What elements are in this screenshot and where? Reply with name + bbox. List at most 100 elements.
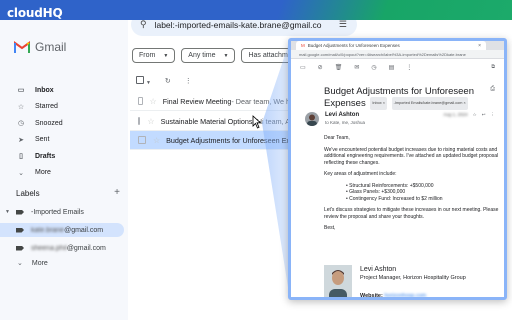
nav-item-more[interactable]: ⌄ More: [0, 165, 128, 181]
list-toolbar: ▼ ↻ ⋮: [136, 76, 192, 86]
row-checkbox[interactable]: [138, 117, 141, 125]
print-icon[interactable]: ⎙: [490, 86, 495, 93]
label-pill-imported[interactable]: -Imported Emails/kate.brane@gmail.com ×: [391, 97, 468, 110]
nav-label: More: [35, 169, 51, 176]
snooze-icon[interactable]: ◷: [371, 64, 376, 71]
email-row[interactable]: ☆ Sustainable Material Options - Hi team…: [130, 112, 290, 131]
add-label-icon[interactable]: +: [114, 188, 120, 198]
star-icon[interactable]: ☆: [153, 136, 160, 145]
nav-label: Starred: [35, 103, 58, 110]
message-body: Dear Team, We've encountered potential b…: [324, 135, 500, 237]
chip-label: From: [139, 52, 156, 59]
more-options-icon[interactable]: ⋮: [406, 64, 412, 71]
star-icon[interactable]: ☆: [473, 112, 477, 118]
labels-more-text: More: [31, 259, 48, 267]
cloudhq-logo: cloudHQ: [7, 6, 63, 20]
body-paragraph: Key areas of adjustment include:: [324, 171, 397, 177]
search-icon[interactable]: ⚲: [140, 20, 147, 30]
nav-label: Sent: [35, 136, 50, 143]
body-paragraph: Let's discuss strategies to mitigate the…: [324, 207, 499, 220]
nav-item-inbox[interactable]: ▭ Inbox: [0, 82, 128, 98]
label-hidden-text: kate.brane: [31, 226, 65, 234]
caret-down-icon[interactable]: ▼: [0, 209, 10, 215]
more-options-icon[interactable]: ⋮: [185, 77, 192, 85]
labels-more[interactable]: ⌄ More: [0, 256, 124, 270]
label-text: @gmail.com: [66, 244, 106, 252]
select-all-checkbox[interactable]: ▼: [136, 76, 151, 86]
label-tag-icon: [16, 245, 24, 251]
list-item: Contingency Fund: Increased to $2 millio…: [346, 196, 500, 203]
sender-name[interactable]: Levi Ashton: [325, 112, 359, 118]
message-date: Aug 1, 2024: [443, 112, 468, 117]
star-icon[interactable]: ☆: [147, 117, 154, 126]
label-text: @gmail.com: [64, 226, 104, 234]
filter-from[interactable]: From ▼: [132, 48, 176, 63]
label-pill-inbox[interactable]: Inbox ×: [370, 97, 387, 110]
mark-unread-icon[interactable]: ✉: [354, 64, 359, 71]
website-link[interactable]: horizonhosp.com: [384, 293, 426, 297]
label-tag-icon: [16, 227, 24, 233]
address-bar[interactable]: mail.google.com/mail/u/0/popout?ver=4#se…: [291, 50, 504, 59]
signature-role: Project Manager, Horizon Hospitality Gro…: [360, 275, 466, 281]
email-subject: Budget Adjustments for Unforeseen Ex: [166, 135, 290, 145]
gmail-m-icon: [14, 41, 30, 53]
reply-icon[interactable]: ↩: [482, 112, 486, 118]
move-to-icon[interactable]: ▤: [389, 64, 395, 71]
row-checkbox[interactable]: [138, 97, 143, 105]
adjustment-list: Structural Reinforcements: +$500,000 Gla…: [346, 183, 500, 203]
search-query[interactable]: label:-imported-emails-kate.brane@gmail.…: [155, 20, 322, 30]
nav-item-sent[interactable]: ➤ Sent: [0, 132, 128, 148]
draft-icon: ▯: [19, 153, 23, 160]
chip-label: Has attachme: [248, 52, 292, 59]
print-actions: ⎙: [490, 86, 495, 93]
tab-title: Budget Adjustments for Unforeseen Expens…: [307, 43, 400, 48]
signature: Levi Ashton Project Manager, Horizon Hos…: [324, 265, 500, 299]
signature-photo: [324, 265, 352, 297]
website-label: Website:: [360, 293, 383, 299]
chevron-down-icon: ⌄: [18, 169, 24, 177]
row-checkbox[interactable]: [138, 136, 146, 144]
nav-label: Inbox: [35, 86, 54, 94]
browser-tab[interactable]: M Budget Adjustments for Unforeseen Expe…: [296, 41, 486, 50]
message-subject: Budget Adjustments for Unforeseen Expens…: [324, 86, 484, 110]
nav-item-starred[interactable]: ☆ Starred: [0, 99, 128, 115]
email-row-selected[interactable]: ☆ Budget Adjustments for Unforeseen Ex: [130, 131, 290, 150]
nav-list: ▭ Inbox ☆ Starred ◷ Snoozed ➤ Sent ▯ Drafts ⌄…: [0, 82, 128, 181]
gmail-favicon-icon: M: [301, 43, 305, 48]
refresh-icon[interactable]: ↻: [165, 77, 171, 85]
nav-item-drafts[interactable]: ▯ Drafts: [0, 148, 128, 164]
gmail-logo[interactable]: Gmail: [14, 40, 66, 54]
send-icon: ➤: [18, 136, 24, 144]
filter-any-time[interactable]: Any time ▼: [181, 48, 236, 63]
closing: Best,: [324, 225, 336, 231]
label-imported-emails[interactable]: ▼ -Imported Emails: [0, 205, 124, 219]
label-hidden-text: sheena.phil: [31, 244, 67, 252]
message-toolbar: ▭ ⊘ 🗑 ✉ ◷ ▤ ⋮ ⧉: [291, 59, 504, 75]
report-spam-icon[interactable]: ⊘: [318, 64, 323, 71]
caret-down-icon: ▼: [163, 52, 169, 59]
signature-name: Levi Ashton: [360, 266, 397, 273]
clock-icon: ◷: [17, 120, 25, 127]
close-tab-icon[interactable]: ×: [478, 43, 481, 49]
delete-icon[interactable]: 🗑: [335, 64, 343, 71]
star-icon[interactable]: ☆: [150, 97, 157, 106]
open-in-new-icon[interactable]: ⧉: [491, 64, 495, 70]
label-tag-icon: [16, 209, 24, 215]
search-bar[interactable]: ⚲ label:-imported-emails-kate.brane@gmai…: [131, 20, 357, 36]
nav-label: Snoozed: [35, 119, 63, 127]
sender-header: Levi Ashton to Kate, me, Joshua Aug 1, 2…: [305, 112, 495, 130]
nav-item-snoozed[interactable]: ◷ Snoozed: [0, 115, 128, 131]
nav-label: Drafts: [35, 152, 56, 160]
star-icon: ☆: [17, 103, 25, 111]
label-sheena-phil[interactable]: sheena.phil @gmail.com: [0, 241, 124, 255]
url-text: mail.google.com/mail/u/0/popout?ver=4#se…: [299, 51, 466, 57]
search-options-icon[interactable]: ☰: [339, 20, 347, 30]
more-options-icon[interactable]: ⋮: [491, 112, 496, 118]
label-kate-brane[interactable]: kate.brane @gmail.com: [0, 223, 124, 237]
recipients[interactable]: to Kate, me, Joshua: [325, 120, 365, 125]
email-row[interactable]: ☆ Final Review Meeting - Dear team, We h: [130, 92, 290, 111]
label-text: -Imported Emails: [31, 208, 84, 216]
archive-icon[interactable]: ▭: [300, 64, 306, 71]
labels-title: Labels: [16, 189, 40, 198]
caret-down-icon: ▼: [223, 52, 229, 59]
